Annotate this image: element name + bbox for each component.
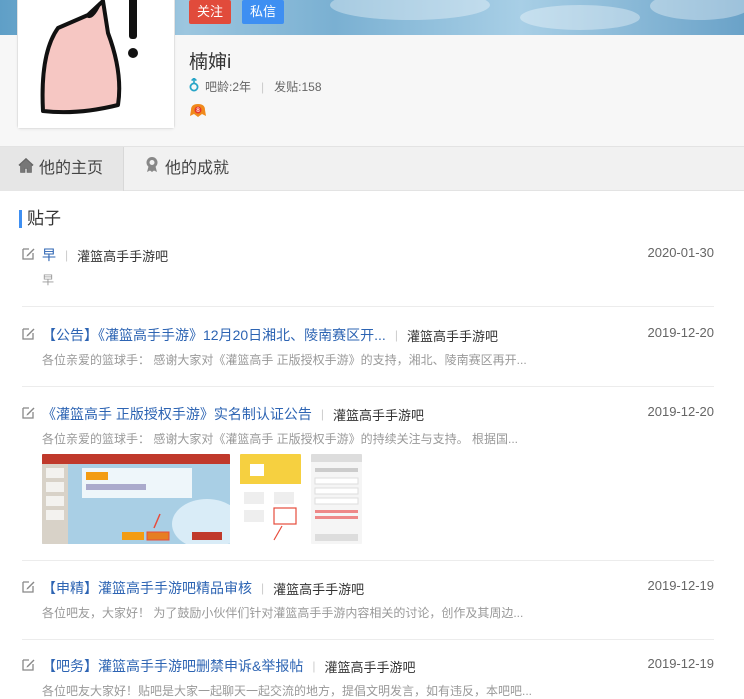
avatar-image — [18, 0, 174, 128]
message-button[interactable]: 私信 — [242, 0, 285, 24]
post-forum[interactable]: 灌篮高手手游吧 — [273, 579, 364, 598]
forum-age: 吧龄:2年 — [205, 80, 252, 94]
title-divider: | — [261, 581, 265, 595]
title-divider: | — [394, 328, 398, 342]
section-title: 贴子 — [19, 210, 61, 228]
follow-button[interactable]: 关注 — [189, 0, 232, 24]
edit-icon — [22, 406, 35, 424]
post-item: 《灌篮高手 正版授权手游》实名制认证公告 | 灌篮高手手游吧 2019-12-2… — [22, 404, 714, 561]
post-excerpt: 各位吧友大家好！贴吧是大家一起聊天一起交流的地方，提倡文明发言，如有违反，本吧吧… — [42, 684, 533, 698]
post-title[interactable]: 《灌篮高手 正版授权手游》实名制认证公告 — [42, 404, 312, 424]
profile-tabs: 他的主页 他的成就 — [0, 146, 744, 191]
profile-meta: 吧龄:2年 | 发贴:158 — [189, 77, 322, 95]
post-date: 2019-12-19 — [647, 656, 715, 671]
post-title[interactable]: 早 — [42, 245, 56, 265]
thumbnail-app-screenshot[interactable] — [240, 454, 301, 544]
post-title[interactable]: 【申精】灌篮高手手游吧精品审核 — [42, 578, 252, 598]
post-title[interactable]: 【吧务】灌篮高手手游吧删禁申诉&举报帖 — [42, 656, 303, 676]
edit-icon — [22, 658, 35, 676]
post-forum[interactable]: 灌篮高手手游吧 — [324, 657, 415, 676]
post-date: 2019-12-19 — [647, 578, 715, 593]
achievement-badge-icon[interactable]: 8 — [189, 102, 207, 123]
post-excerpt: 各位吧友，大家好！ 为了鼓励小伙伴们针对灌篮高手手游内容相关的讨论，创作及其周边… — [42, 606, 524, 620]
post-excerpt: 各位亲爱的篮球手： 感谢大家对《灌篮高手 正版授权手游》的持续关注与支持。 根据… — [42, 432, 519, 446]
post-forum[interactable]: 灌篮高手手游吧 — [407, 326, 498, 345]
tab-home-label: 他的主页 — [39, 160, 104, 177]
post-item: 早 | 灌篮高手手游吧 2020-01-30 早 — [22, 245, 714, 307]
tab-home[interactable]: 他的主页 — [0, 147, 124, 191]
post-item: 【申精】灌篮高手手游吧精品审核 | 灌篮高手手游吧 2019-12-19 各位吧… — [22, 578, 714, 640]
edit-icon — [22, 327, 35, 345]
tab-achievements-label: 他的成就 — [165, 160, 230, 177]
post-forum[interactable]: 灌篮高手手游吧 — [77, 246, 168, 265]
post-forum[interactable]: 灌篮高手手游吧 — [333, 405, 424, 424]
post-thumbnails — [42, 454, 362, 544]
title-divider: | — [65, 248, 69, 262]
home-icon — [18, 147, 34, 191]
post-date: 2019-12-20 — [647, 404, 715, 419]
post-excerpt: 各位亲爱的篮球手： 感谢大家对《灌篮高手 正版授权手游》的支持，湘北、陵南赛区再… — [42, 353, 527, 367]
thumbnail-game-screenshot[interactable] — [42, 454, 230, 544]
tab-achievements[interactable]: 他的成就 — [124, 147, 264, 191]
post-count: 发贴:158 — [274, 80, 322, 94]
medal-icon — [144, 147, 160, 191]
title-divider: | — [320, 407, 325, 421]
meta-divider: | — [261, 79, 265, 94]
post-date: 2019-12-20 — [647, 325, 715, 340]
edit-icon — [22, 247, 35, 265]
post-item: 【吧务】灌篮高手手游吧删禁申诉&举报帖 | 灌篮高手手游吧 2019-12-19… — [22, 656, 715, 698]
thumbnail-form-screenshot[interactable] — [311, 454, 362, 544]
gender-male-icon — [189, 77, 199, 95]
username: 楠婶i — [189, 52, 232, 73]
post-excerpt: 早 — [42, 273, 55, 287]
svg-text:8: 8 — [196, 107, 200, 114]
post-date: 2020-01-30 — [647, 245, 715, 260]
title-divider: | — [312, 659, 316, 673]
post-item: 【公告】《灌篮高手手游》12月20日湘北、陵南赛区开... | 灌篮高手手游吧 … — [22, 325, 714, 387]
edit-icon — [22, 580, 35, 598]
post-title[interactable]: 【公告】《灌篮高手手游》12月20日湘北、陵南赛区开... — [42, 325, 386, 345]
avatar[interactable] — [17, 0, 175, 129]
